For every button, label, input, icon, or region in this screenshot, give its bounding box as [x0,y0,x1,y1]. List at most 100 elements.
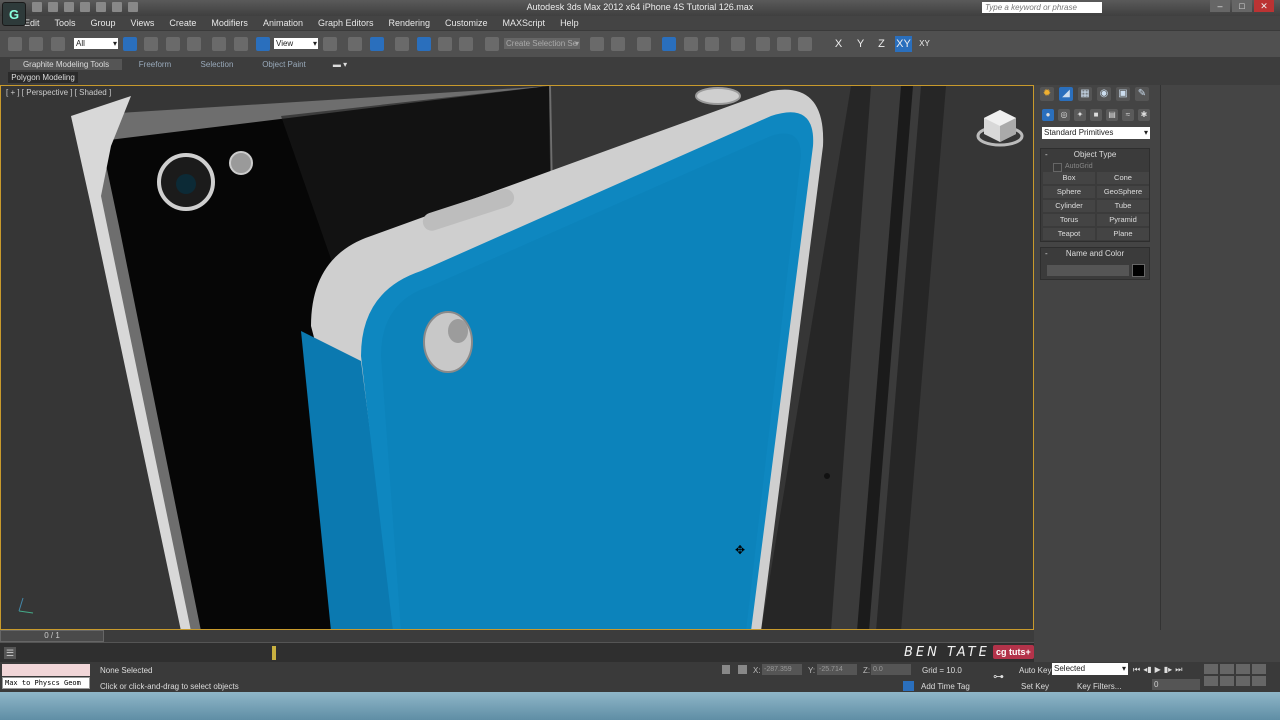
perspective-viewport[interactable]: [ + ] [ Perspective ] [ Shaded ] ✥ [0,85,1034,630]
mirror-icon[interactable] [590,37,604,51]
menu-views[interactable]: Views [131,16,155,30]
curve-editor-mini-icon[interactable]: ☰ [4,647,16,659]
systems-icon[interactable]: ✱ [1138,109,1150,121]
menu-tools[interactable]: Tools [55,16,76,30]
viewcube-icon[interactable] [976,106,1024,150]
key-marker[interactable] [272,646,276,660]
render-setup-icon[interactable] [756,37,770,51]
window-crossing-icon[interactable] [187,37,201,51]
utilities-tab-icon[interactable]: ✎ [1135,87,1149,101]
object-type-title[interactable]: Object Type [1041,149,1149,161]
zoom-all-icon[interactable] [1220,664,1234,674]
object-color-swatch[interactable] [1132,264,1145,277]
zoom-extents-icon[interactable] [1236,664,1250,674]
open-file-icon[interactable] [48,2,58,12]
panel-polygon-modeling[interactable]: Polygon Modeling [8,72,78,83]
orbit-icon[interactable] [1236,676,1250,686]
curve-editor-icon[interactable] [684,37,698,51]
menu-rendering[interactable]: Rendering [389,16,431,30]
minimize-button[interactable]: – [1210,0,1230,12]
x-coord-field[interactable]: -287.359 [762,664,802,675]
key-icon[interactable]: ⊶ [993,670,1009,683]
create-tab-icon[interactable]: ✹ [1040,87,1054,101]
modify-tab-icon[interactable]: ◢ [1059,87,1073,101]
menu-edit[interactable]: Edit [24,16,40,30]
name-and-color-title[interactable]: Name and Color [1041,248,1149,260]
project-folder-icon[interactable] [128,2,138,12]
cameras-icon[interactable]: ■ [1090,109,1102,121]
pyramid-button[interactable]: Pyramid [1097,214,1149,226]
menu-help[interactable]: Help [560,16,579,30]
torus-button[interactable]: Torus [1043,214,1095,226]
plane-button[interactable]: Plane [1097,228,1149,240]
menu-create[interactable]: Create [169,16,196,30]
current-frame-field[interactable]: 0 [1152,679,1200,690]
axis-y-button[interactable]: Y [852,36,869,52]
redo-icon[interactable] [96,2,106,12]
axis-x-button[interactable]: X [830,36,847,52]
goto-end-icon[interactable]: ⏭ [1175,665,1182,675]
select-object-icon[interactable] [123,37,137,51]
category-dropdown[interactable]: Standard Primitives [1042,127,1150,139]
selection-filter-dropdown[interactable]: All [74,38,118,49]
field-of-view-icon[interactable] [1204,676,1218,686]
menu-maxscript[interactable]: MAXScript [503,16,546,30]
cone-button[interactable]: Cone [1097,172,1149,184]
geosphere-button[interactable]: GeoSphere [1097,186,1149,198]
keyboard-shortcut-override-icon[interactable] [370,37,384,51]
percent-snap-icon[interactable] [438,37,452,51]
save-file-icon[interactable] [64,2,74,12]
prev-frame-icon[interactable]: ◂▮ [1143,665,1151,675]
help-search-input[interactable]: Type a keyword or phrase [982,2,1102,13]
add-time-tag-button[interactable]: Add Time Tag [921,682,970,691]
hold-icon[interactable] [112,2,122,12]
lock-selection-icon[interactable] [722,665,730,674]
absolute-mode-icon[interactable] [738,665,747,674]
geometry-icon[interactable]: ● [1042,109,1054,121]
auto-key-button[interactable]: Auto Key [1019,666,1051,675]
schematic-view-icon[interactable] [705,37,719,51]
undo-icon[interactable] [80,2,90,12]
goto-start-icon[interactable]: ⏮ [1133,665,1140,675]
display-tab-icon[interactable]: ▣ [1116,87,1130,101]
sphere-button[interactable]: Sphere [1043,186,1095,198]
play-icon[interactable]: ▶ [1155,665,1161,675]
viewport-label[interactable]: [ + ] [ Perspective ] [ Shaded ] [6,88,111,97]
maximize-viewport-icon[interactable] [1252,676,1266,686]
scale-icon[interactable] [256,37,270,51]
tab-selection[interactable]: Selection [195,59,239,70]
align-icon[interactable] [611,37,625,51]
ref-coord-dropdown[interactable]: View [274,38,318,49]
close-button[interactable]: ✕ [1254,0,1274,12]
pan-icon[interactable] [1220,676,1234,686]
bind-space-warp-icon[interactable] [51,37,65,51]
key-filters-button[interactable]: Key Filters... [1077,682,1121,691]
track-bar[interactable]: ☰ [0,642,1034,663]
rectangular-region-icon[interactable] [166,37,180,51]
material-editor-icon[interactable] [731,37,745,51]
box-button[interactable]: Box [1043,172,1095,184]
layer-manager-icon[interactable] [637,37,651,51]
select-by-name-icon[interactable] [144,37,158,51]
rendered-frame-window-icon[interactable] [777,37,791,51]
tab-freeform[interactable]: Freeform [135,59,175,70]
ribbon-options-icon[interactable]: ▬ ▾ [332,59,348,70]
named-selection-dropdown[interactable]: Create Selection Se [504,38,580,49]
maximize-button[interactable]: □ [1232,0,1252,12]
helpers-icon[interactable]: ▤ [1106,109,1118,121]
lights-icon[interactable]: ✦ [1074,109,1086,121]
autogrid-checkbox[interactable]: AutoGrid [1041,161,1149,172]
time-tag-icon[interactable] [903,681,914,691]
menu-customize[interactable]: Customize [445,16,488,30]
menu-graph-editors[interactable]: Graph Editors [318,16,374,30]
unlink-icon[interactable] [29,37,43,51]
link-icon[interactable] [8,37,22,51]
maxscript-listener-input[interactable] [2,664,90,676]
set-key-button[interactable]: Set Key [1021,682,1049,691]
object-name-input[interactable] [1047,265,1130,276]
rotate-icon[interactable] [234,37,248,51]
axis-xy-button[interactable]: XY [895,36,912,52]
menu-group[interactable]: Group [91,16,116,30]
maxscript-output[interactable]: Max to Physcs Geom [2,677,90,689]
y-coord-field[interactable]: -25.714 [817,664,857,675]
